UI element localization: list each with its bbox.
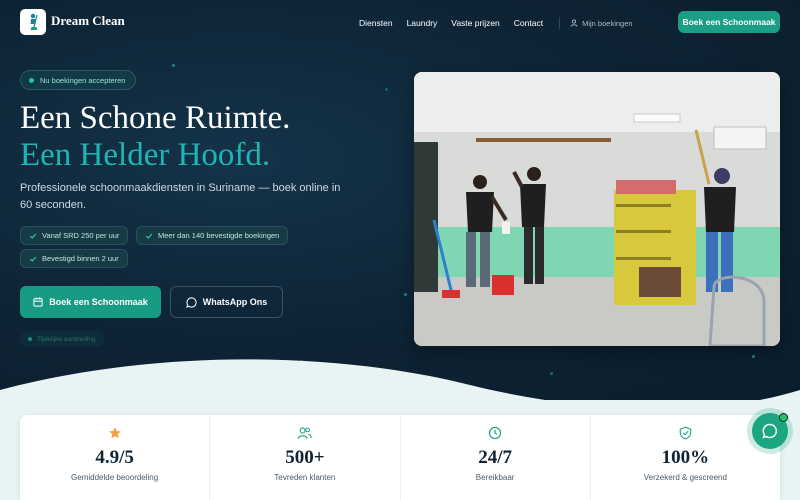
nav-link-vaste-prijzen[interactable]: Vaste prijzen bbox=[451, 18, 500, 28]
feature-chip-label: Meer dan 140 bevestigde boekingen bbox=[158, 231, 280, 240]
user-icon bbox=[570, 19, 578, 27]
feature-chip: Vanaf SRD 250 per uur bbox=[20, 226, 129, 245]
brand-name[interactable]: Dream Clean bbox=[51, 13, 125, 29]
book-cleaning-label: Boek een Schoonmaak bbox=[49, 297, 148, 307]
star-icon bbox=[108, 427, 121, 439]
stat-label: Bereikbaar bbox=[475, 473, 515, 482]
stat-value: 100% bbox=[661, 447, 710, 468]
decorative-dot bbox=[385, 88, 388, 91]
status-badge: Nu boekingen accepteren bbox=[20, 70, 137, 90]
shield-check-icon bbox=[679, 426, 692, 440]
stat-customers: 500+ Tevreden klanten bbox=[209, 415, 399, 500]
hero-title-line2: Een Helder Hoofd. bbox=[20, 137, 271, 173]
hero-photo bbox=[414, 72, 780, 346]
whatsapp-button[interactable]: WhatsApp Ons bbox=[170, 286, 283, 318]
hero-title-line1: Een Schone Ruimte. bbox=[20, 100, 291, 136]
calendar-icon bbox=[33, 297, 43, 307]
broom-icon bbox=[30, 13, 38, 30]
brand-logo[interactable] bbox=[20, 9, 46, 35]
check-icon bbox=[29, 256, 37, 262]
my-bookings-link[interactable]: Mijn boekingen bbox=[570, 18, 633, 28]
whatsapp-label: WhatsApp Ons bbox=[202, 297, 268, 307]
notification-dot bbox=[779, 413, 788, 422]
nav-link-contact[interactable]: Contact bbox=[514, 18, 543, 28]
feature-chip: Meer dan 140 bevestigde boekingen bbox=[136, 226, 289, 245]
users-icon bbox=[298, 427, 312, 439]
stat-value: 500+ bbox=[285, 447, 325, 468]
check-icon bbox=[29, 233, 37, 239]
decorative-dot bbox=[172, 64, 175, 67]
stat-value: 24/7 bbox=[478, 447, 513, 468]
stat-label: Verzekerd & gescreend bbox=[643, 473, 727, 482]
cleaning-team-photo bbox=[414, 72, 780, 346]
chat-bubble-icon bbox=[762, 423, 778, 439]
stat-availability: 24/7 Bereikbaar bbox=[399, 415, 590, 500]
feature-chip-label: Bevestigd binnen 2 uur bbox=[42, 254, 119, 263]
stats-bar: 4.9/5 Gemiddelde beoordeling 500+ Tevred… bbox=[20, 415, 780, 500]
header-book-button[interactable]: Boek een Schoonmaak bbox=[678, 11, 780, 33]
stat-label: Tevreden klanten bbox=[274, 473, 336, 482]
nav-link-diensten[interactable]: Diensten bbox=[359, 18, 393, 28]
feature-chip-label: Vanaf SRD 250 per uur bbox=[42, 231, 120, 240]
hero-subtitle: Professionele schoonmaakdiensten in Suri… bbox=[20, 182, 341, 211]
status-badge-label: Nu boekingen accepteren bbox=[40, 75, 126, 85]
promo-note-label: Tijdelijke aanbieding bbox=[37, 335, 96, 343]
promo-dot bbox=[28, 337, 32, 341]
stat-value: 4.9/5 bbox=[95, 447, 134, 468]
main-nav: Diensten Laundry Vaste prijzen Contact M… bbox=[359, 17, 633, 29]
nav-link-laundry[interactable]: Laundry bbox=[407, 18, 438, 28]
book-cleaning-button[interactable]: Boek een Schoonmaak bbox=[20, 286, 161, 318]
clock-icon bbox=[489, 426, 502, 440]
my-bookings-label: Mijn boekingen bbox=[582, 18, 633, 28]
stat-label: Gemiddelde beoordeling bbox=[71, 473, 159, 482]
hero-section: Dream Clean Diensten Laundry Vaste prijz… bbox=[0, 0, 800, 400]
feature-chip: Bevestigd binnen 2 uur bbox=[20, 249, 128, 268]
nav-divider bbox=[559, 17, 561, 29]
check-icon bbox=[145, 233, 153, 239]
stat-rating: 4.9/5 Gemiddelde beoordeling bbox=[20, 415, 209, 500]
status-dot bbox=[29, 77, 34, 83]
decorative-dot bbox=[404, 293, 407, 296]
chat-bubble-icon bbox=[185, 296, 197, 308]
promo-note: Tijdelijke aanbieding bbox=[20, 331, 104, 347]
